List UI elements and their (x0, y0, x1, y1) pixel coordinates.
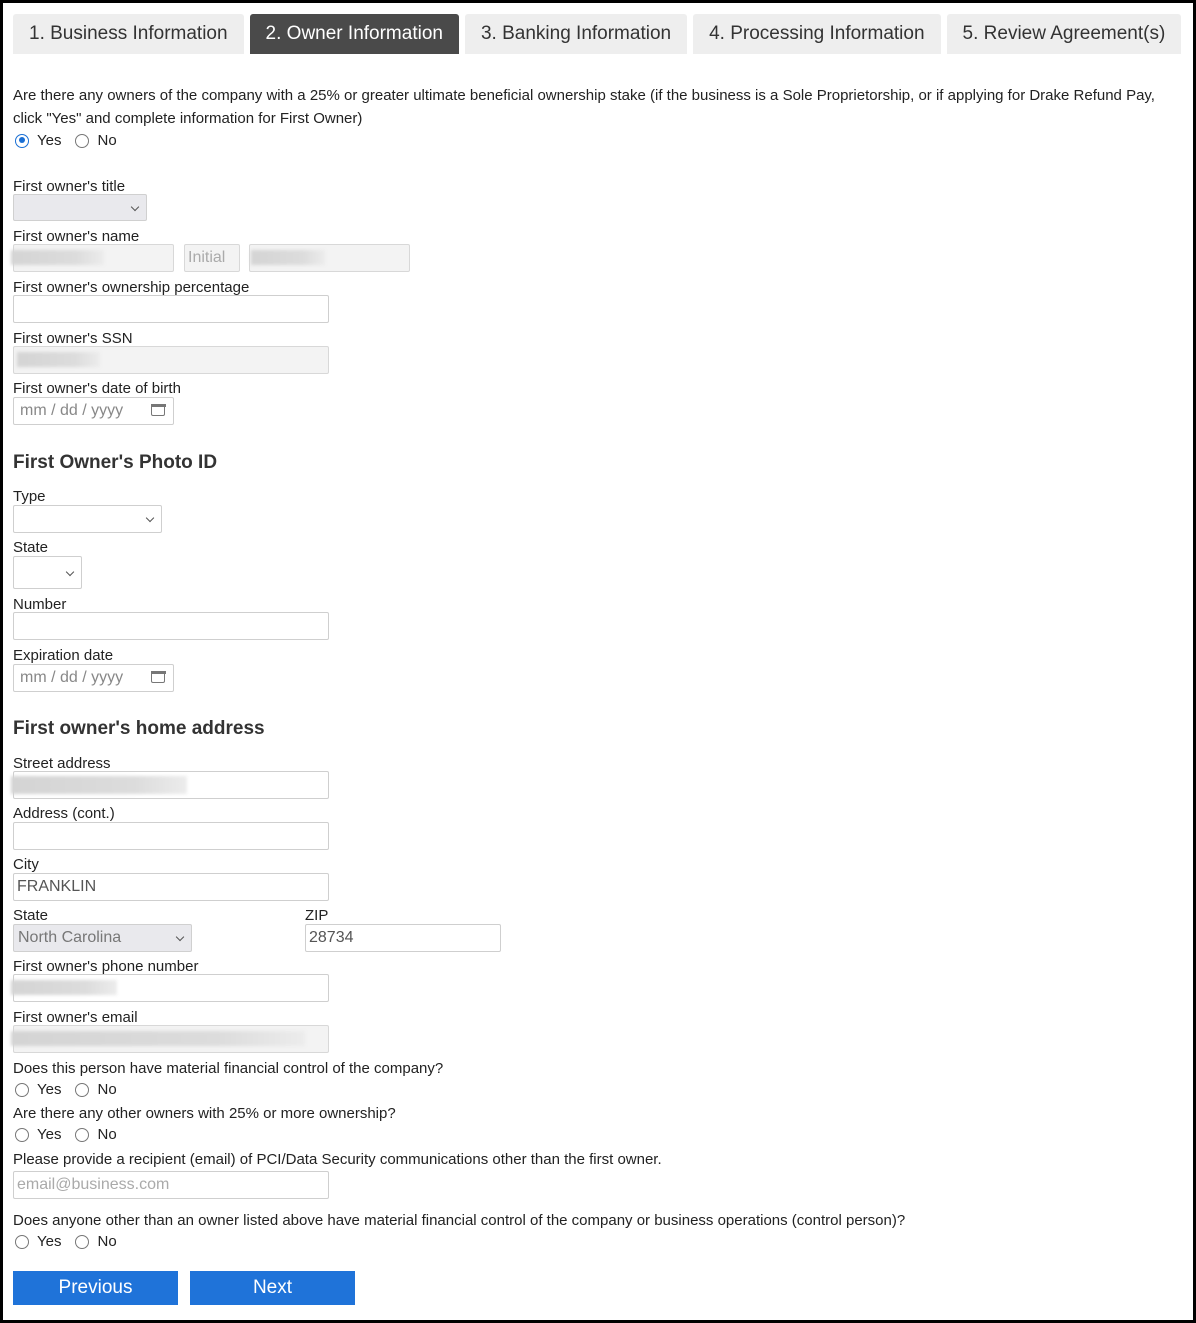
financial-control-radio-group: Yes No (15, 1081, 131, 1098)
other-owners-yes-radio[interactable] (15, 1127, 29, 1142)
control-person-no-option[interactable]: No (75, 1233, 117, 1250)
chevron-down-icon (145, 513, 155, 523)
pci-recipient-email-input[interactable]: email@business.com (13, 1171, 329, 1199)
chevron-down-icon (130, 202, 140, 212)
id-type-select[interactable] (13, 505, 162, 533)
control-person-radio-group: Yes No (15, 1233, 131, 1250)
address-cont-input[interactable] (13, 822, 329, 850)
control-person-no-radio[interactable] (75, 1234, 90, 1249)
id-state-label: State (13, 539, 49, 556)
phone-input[interactable] (11, 974, 329, 1002)
financial-control-question: Does this person have material financial… (13, 1060, 444, 1077)
id-type-label: Type (13, 488, 46, 505)
street-input[interactable] (11, 771, 329, 799)
first-name-input[interactable] (11, 244, 174, 272)
financial-control-no-radio[interactable] (75, 1082, 90, 1097)
id-number-input[interactable] (13, 612, 329, 640)
ownership-no-option[interactable]: No (75, 132, 117, 149)
dob-input[interactable]: mm / dd / yyyy (13, 397, 174, 425)
ownership-yes-label: Yes (37, 132, 62, 149)
redacted-ssn (17, 352, 100, 367)
tab-review-agreements[interactable]: 5. Review Agreement(s) (946, 14, 1182, 54)
tab-business-information[interactable]: 1. Business Information (13, 14, 244, 54)
middle-initial-input[interactable]: Initial (184, 244, 240, 272)
email-input[interactable] (11, 1025, 329, 1053)
next-button[interactable]: Next (190, 1271, 355, 1305)
control-person-yes-label: Yes (37, 1233, 62, 1250)
previous-button[interactable]: Previous (13, 1271, 178, 1305)
control-person-yes-radio[interactable] (15, 1234, 29, 1249)
ownership-percentage-input[interactable] (13, 295, 329, 323)
ownership-yes-radio[interactable] (15, 133, 29, 148)
photo-id-heading: First Owner's Photo ID (13, 452, 218, 473)
other-owners-yes-label: Yes (37, 1126, 62, 1143)
chevron-down-icon (65, 567, 75, 577)
address-state-value: North Carolina (18, 929, 122, 946)
ownership-radio-group: Yes No (15, 132, 131, 149)
page: 1. Business Information 2. Owner Informa… (3, 3, 1193, 1320)
address-state-select[interactable]: North Carolina (13, 924, 192, 952)
city-input[interactable]: FRANKLIN (13, 873, 329, 901)
redacted-phone (11, 980, 117, 995)
ownership-yes-option[interactable]: Yes (15, 132, 61, 149)
tab-banking-information[interactable]: 3. Banking Information (464, 14, 688, 54)
home-address-heading: First owner's home address (13, 718, 265, 739)
other-owners-yes-option[interactable]: Yes (15, 1126, 61, 1143)
financial-control-yes-label: Yes (37, 1081, 62, 1098)
financial-control-no-label: No (97, 1081, 117, 1098)
city-label: City (13, 856, 39, 873)
address-state-label: State (13, 907, 49, 924)
zip-input[interactable]: 28734 (305, 924, 501, 952)
financial-control-yes-radio[interactable] (15, 1082, 29, 1097)
pci-recipient-question: Please provide a recipient (email) of PC… (13, 1151, 662, 1168)
other-owners-radio-group: Yes No (15, 1126, 131, 1143)
expiration-label: Expiration date (13, 647, 114, 664)
expiration-date-input[interactable]: mm / dd / yyyy (13, 664, 174, 692)
expiration-placeholder: mm / dd / yyyy (20, 669, 124, 686)
financial-control-yes-option[interactable]: Yes (15, 1081, 61, 1098)
redacted-email (11, 1031, 305, 1046)
control-person-yes-option[interactable]: Yes (15, 1233, 61, 1250)
step-tabs: 1. Business Information 2. Owner Informa… (13, 14, 1182, 54)
calendar-icon[interactable] (150, 670, 166, 683)
control-person-no-label: No (97, 1233, 117, 1250)
other-owners-no-option[interactable]: No (75, 1126, 117, 1143)
ownership-no-radio[interactable] (75, 133, 90, 148)
address-cont-label: Address (cont.) (13, 805, 115, 822)
dob-placeholder: mm / dd / yyyy (20, 402, 124, 419)
tab-processing-information[interactable]: 4. Processing Information (693, 14, 941, 54)
ssn-input[interactable] (13, 346, 329, 374)
tab-owner-information[interactable]: 2. Owner Information (249, 14, 459, 54)
dob-label: First owner's date of birth (13, 380, 181, 397)
chevron-down-icon (175, 932, 185, 942)
zip-label: ZIP (305, 907, 329, 924)
redacted-last-name (251, 250, 325, 265)
other-owners-no-radio[interactable] (75, 1127, 90, 1142)
other-owners-no-label: No (97, 1126, 117, 1143)
ownership-no-label: No (97, 132, 117, 149)
ownership-question: Are there any owners of the company with… (13, 87, 1155, 127)
financial-control-no-option[interactable]: No (75, 1081, 117, 1098)
redacted-street (11, 776, 187, 794)
last-name-input[interactable] (249, 244, 410, 272)
owner-title-select[interactable] (13, 194, 147, 221)
id-state-select[interactable] (13, 556, 82, 589)
redacted-first-name (11, 250, 104, 265)
other-owners-question: Are there any other owners with 25% or m… (13, 1105, 396, 1122)
control-person-question: Does anyone other than an owner listed a… (13, 1212, 906, 1229)
calendar-icon[interactable] (150, 403, 166, 416)
